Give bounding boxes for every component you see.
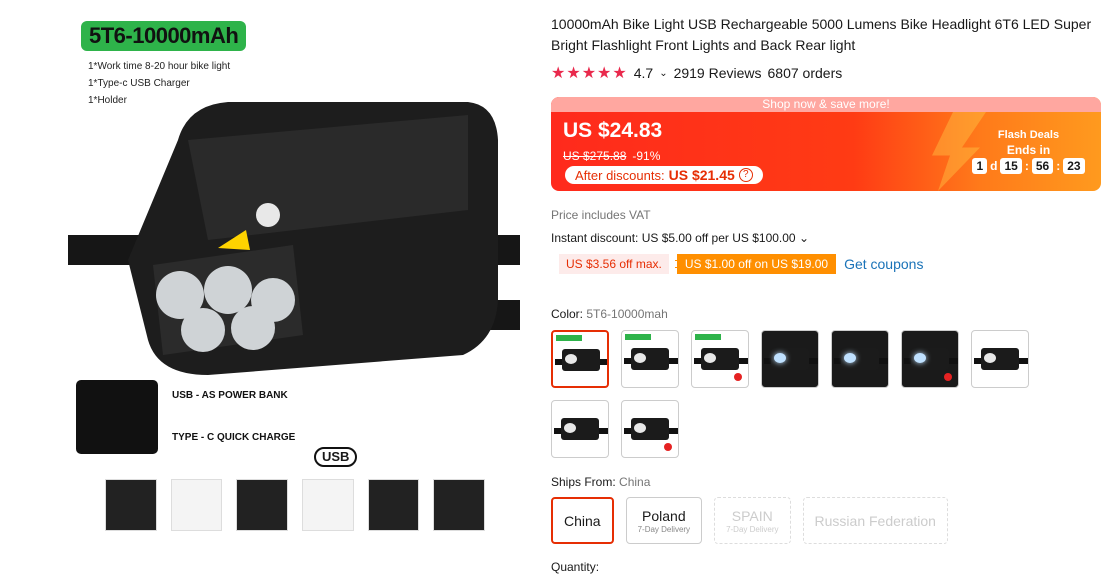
main-product-image[interactable]: 5T6-10000mAh 1*Work time 8-20 hour bike … [68, 10, 520, 470]
port-label: TYPE - C QUICK CHARGE [172, 432, 296, 443]
timer-minutes: 56 [1031, 158, 1054, 174]
after-discount-pill[interactable]: After discounts: US $21.45 ? [565, 166, 763, 184]
after-discount-label: After discounts: [575, 167, 665, 183]
vat-note: Price includes VAT [551, 208, 651, 222]
ship-option-label: Poland [642, 507, 686, 524]
orders-count: 6807 orders [767, 65, 843, 81]
color-swatches [551, 330, 1041, 458]
ship-option-delivery: 7-Day Delivery [726, 524, 779, 534]
ship-option-delivery: 7-Day Delivery [637, 524, 691, 534]
get-coupons-link[interactable]: Get coupons [844, 256, 923, 272]
flash-deals-title: Flash Deals [997, 129, 1060, 141]
coupon-row: US $3.56 off max. US $1.00 off on US $19… [559, 254, 923, 274]
color-swatch[interactable] [621, 400, 679, 458]
coupon-badge[interactable]: US $3.56 off max. [559, 254, 669, 274]
flash-deals: Flash Deals Ends in 1 d 15 : 56 : 23 [966, 129, 1091, 174]
ships-from-label: Ships From: China [551, 475, 650, 489]
color-label-text: Color: [551, 307, 584, 321]
thumbnail[interactable] [433, 479, 486, 531]
countdown-timer: 1 d 15 : 56 : 23 [966, 158, 1091, 174]
original-price: US $275.88 [563, 149, 627, 163]
timer-sep: : [1056, 159, 1061, 173]
ship-option-china[interactable]: China [551, 497, 614, 544]
price-box: Shop now & save more! US $24.83 US $275.… [551, 97, 1101, 191]
ship-option-label: Russian Federation [814, 512, 936, 529]
promo-banner: Shop now & save more! [551, 97, 1101, 112]
coupon-badge[interactable]: US $1.00 off on US $19.00 [674, 254, 837, 274]
timer-seconds: 23 [1063, 158, 1085, 174]
ship-option-spain: SPAIN 7-Day Delivery [714, 497, 791, 544]
color-swatch[interactable] [831, 330, 889, 388]
after-discount-value: US $21.45 [668, 167, 735, 183]
rating-stars-icon: ★★★★★ [551, 65, 628, 82]
color-swatch[interactable] [761, 330, 819, 388]
timer-hours: 15 [1000, 158, 1022, 174]
ship-options: China Poland 7-Day Delivery SPAIN 7-Day … [551, 497, 948, 544]
quantity-label: Quantity: [551, 560, 600, 574]
color-label: Color: 5T6-10000mah [551, 307, 668, 321]
thumbnail[interactable] [170, 479, 223, 531]
ends-in-label: Ends in [1006, 143, 1051, 157]
reviews-link[interactable]: 2919 Reviews [674, 65, 762, 81]
color-swatch[interactable] [621, 330, 679, 388]
instant-discount[interactable]: Instant discount: US $5.00 off per US $1… [551, 231, 809, 245]
port-panel [76, 380, 158, 454]
color-swatch[interactable] [551, 330, 609, 388]
chevron-down-icon[interactable]: ⌄ [659, 68, 667, 79]
ship-option-label: China [564, 512, 601, 529]
usb-cable-tag: USB [314, 447, 358, 467]
ship-option-poland[interactable]: Poland 7-Day Delivery [625, 497, 703, 544]
thumbnail[interactable] [105, 479, 157, 531]
ship-option-label: SPAIN [731, 507, 773, 524]
thumbnail-strip [105, 479, 486, 533]
current-price: US $24.83 [563, 119, 663, 142]
thumbnail[interactable] [367, 479, 420, 531]
rating-value: 4.7 [633, 65, 654, 81]
ships-from-value: China [619, 475, 651, 489]
rating-row: ★★★★★ 4.7 ⌄ 2919 Reviews 6807 orders [551, 63, 842, 83]
color-value: 5T6-10000mah [586, 307, 668, 321]
port-label: USB - AS POWER BANK [172, 390, 288, 401]
color-swatch[interactable] [971, 330, 1029, 388]
color-swatch[interactable] [691, 330, 749, 388]
timer-d: d [990, 159, 998, 173]
color-swatch[interactable] [551, 400, 609, 458]
product-title: 10000mAh Bike Light USB Rechargeable 500… [551, 16, 1092, 53]
thumbnail[interactable] [236, 479, 289, 531]
thumbnail[interactable] [302, 479, 354, 531]
color-swatch[interactable] [901, 330, 959, 388]
help-icon[interactable]: ? [738, 168, 753, 182]
ships-from-text: Ships From: [551, 475, 616, 489]
original-price-row: US $275.88 -91% [563, 149, 660, 163]
timer-sep: : [1024, 159, 1029, 173]
ship-option-russia: Russian Federation [802, 497, 948, 544]
timer-days: 1 [972, 158, 988, 174]
discount-percent: -91% [632, 149, 661, 163]
